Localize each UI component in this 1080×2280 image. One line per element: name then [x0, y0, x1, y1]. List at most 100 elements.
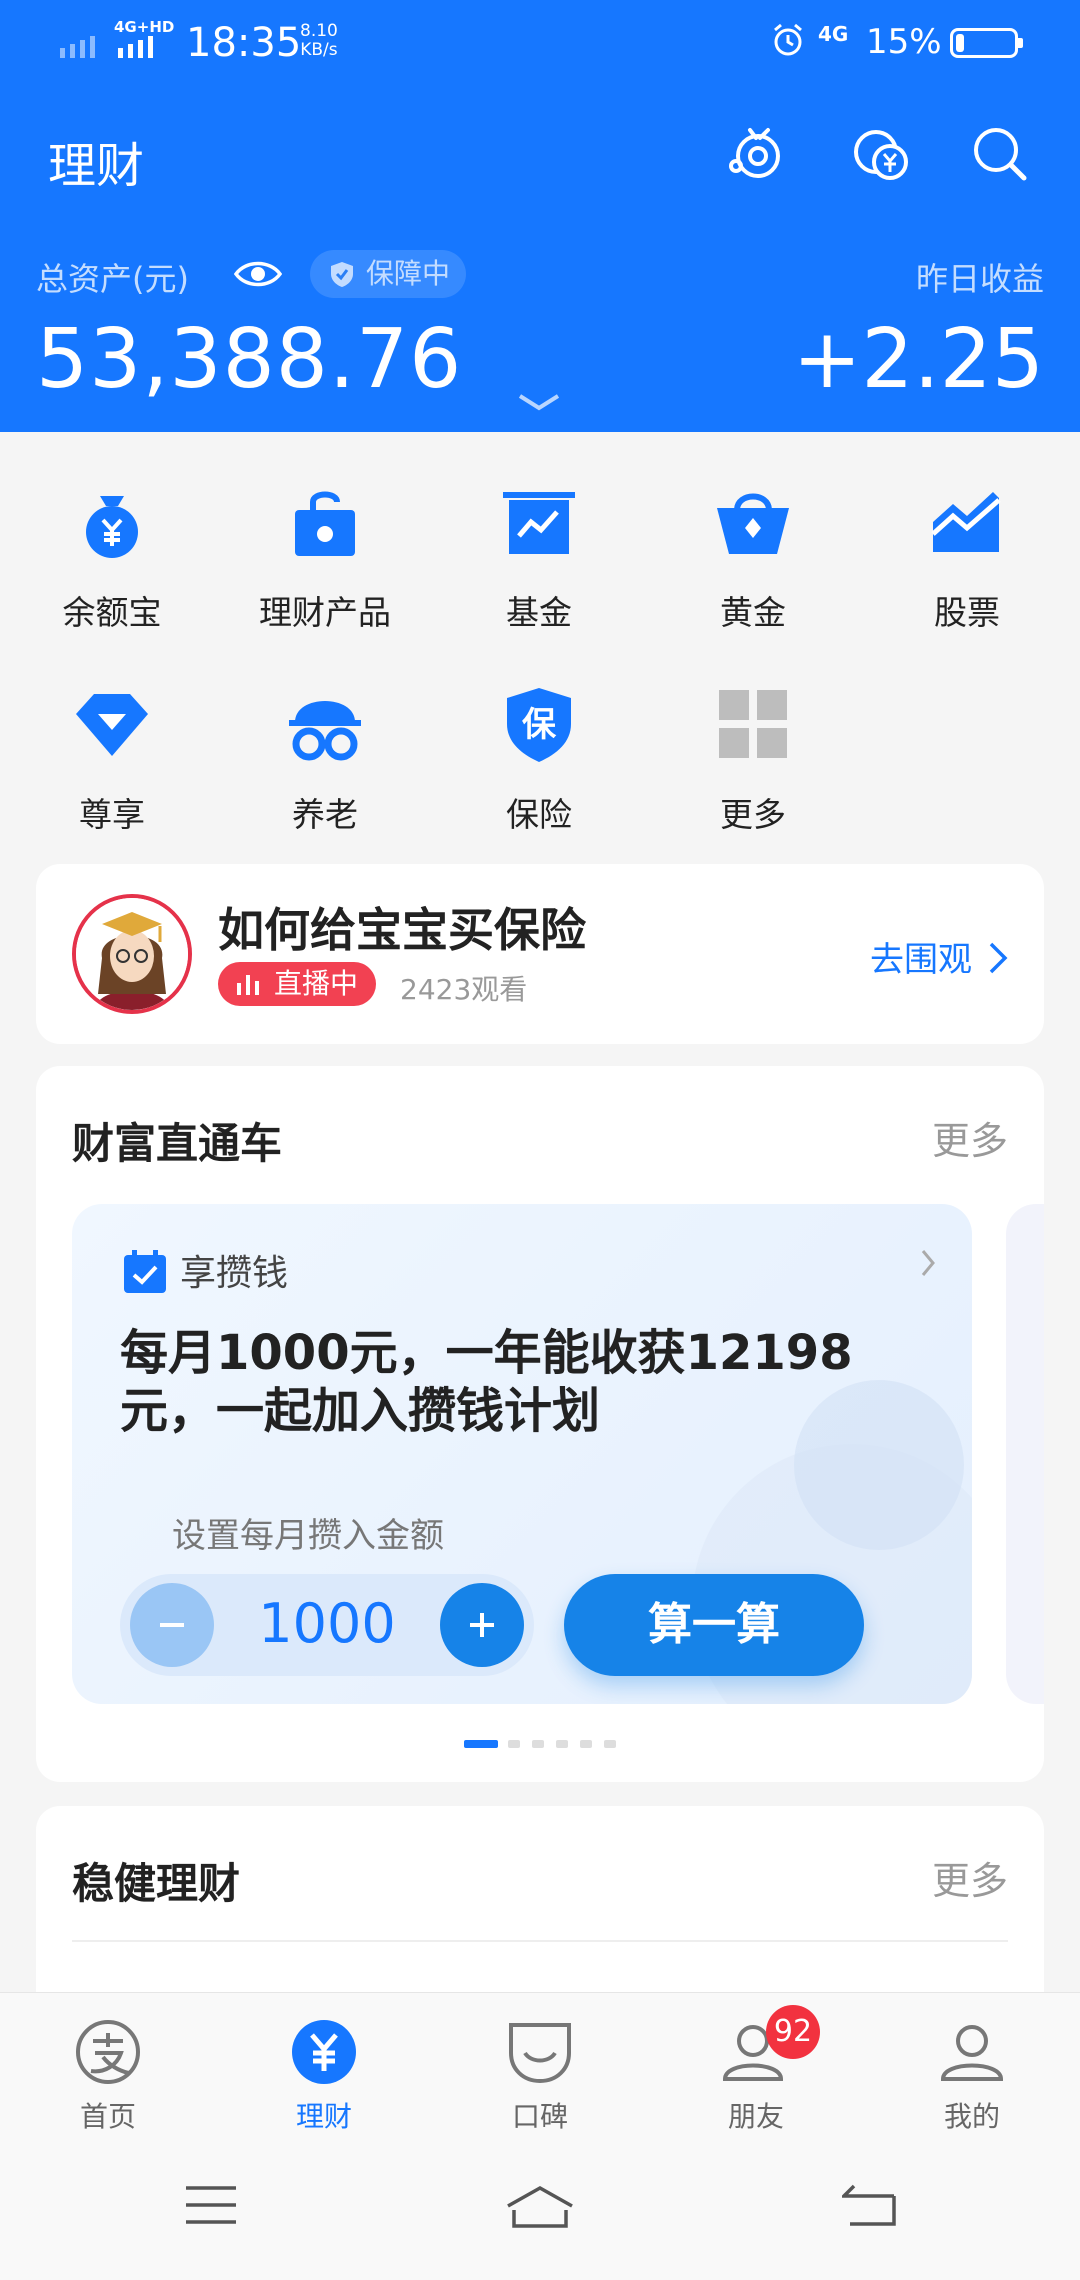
total-assets-value[interactable]: 53,388.76	[36, 312, 462, 407]
grid-label: 余额宝	[62, 593, 162, 632]
live-card[interactable]: 如何给宝宝买保险 直播中 2423观看 去围观	[36, 864, 1044, 1044]
amount-stepper: 1000	[120, 1574, 534, 1676]
guard-badge[interactable]: 保障中	[310, 250, 467, 298]
viewer-count: 2423观看	[400, 973, 528, 1006]
grid-item-fund[interactable]: 基金	[432, 482, 646, 634]
grid-label: 理财产品	[259, 593, 391, 632]
grid-label: 基金	[506, 593, 572, 632]
tab-wealth[interactable]: 理财	[254, 2017, 394, 2135]
next-card-peek[interactable]	[1006, 1204, 1044, 1704]
yesterday-yield-value[interactable]: +2.25	[793, 312, 1044, 407]
tab-label: 我的	[943, 2100, 1000, 2133]
tab-me[interactable]: 我的	[902, 2017, 1042, 2135]
amount-label: 设置每月攒入金额	[172, 1516, 444, 1556]
header-area: 4G+HD 18:35 8.10 KB/s 4G 15% 理财 总资产(元) 保…	[0, 0, 1080, 432]
tab-koubei[interactable]: 口碑	[470, 2017, 610, 2135]
page-dot[interactable]	[508, 1740, 520, 1748]
grid-label: 更多	[720, 795, 786, 834]
grid-label: 养老	[292, 795, 358, 834]
speed-unit: KB/s	[300, 40, 338, 60]
grid-label: 保险	[506, 795, 572, 834]
coin-service-icon[interactable]	[846, 118, 918, 190]
grid-item-premium[interactable]: 尊享	[5, 684, 219, 836]
plan-name: 享攒钱	[180, 1253, 289, 1294]
section-title: 稳健理财	[72, 1859, 241, 1908]
menu-icon[interactable]	[184, 2184, 238, 2226]
money-bag-icon	[86, 496, 138, 558]
total-assets-label: 总资产(元)	[36, 260, 189, 298]
live-bars-icon	[237, 975, 259, 995]
more-grid-icon	[719, 690, 787, 758]
grid-item-insurance[interactable]: 保 保险	[432, 684, 646, 836]
svg-text:保: 保	[522, 705, 557, 745]
fund-chart-icon	[503, 492, 575, 554]
grid-item-gold[interactable]: 黄金	[646, 482, 860, 634]
status-bar: 4G+HD 18:35 8.10 KB/s 4G 15%	[0, 0, 1080, 88]
section-more-link[interactable]: 更多	[932, 1850, 1008, 1905]
system-nav-bar	[0, 2140, 1080, 2280]
section-more-link[interactable]: 更多	[932, 1110, 1008, 1165]
tab-label: 朋友	[727, 2100, 784, 2133]
clock: 18:35	[186, 20, 302, 66]
page-title: 理财	[48, 138, 145, 194]
watch-label: 去围观	[870, 940, 972, 980]
increase-button[interactable]	[440, 1583, 524, 1667]
unread-badge: 92	[766, 2005, 820, 2059]
page-dot[interactable]	[556, 1740, 568, 1748]
wealth-express-card: 财富直通车 更多 享攒钱 每月1000元，一年能收获12198元，一起加入攒钱计…	[36, 1066, 1044, 1782]
host-avatar	[72, 894, 192, 1014]
alipay-home-icon	[76, 2020, 140, 2084]
page-dot[interactable]	[604, 1740, 616, 1748]
speed-value: 8.10	[300, 21, 338, 41]
divider	[72, 1940, 1008, 1942]
network-label-2: 4G	[818, 22, 849, 46]
page-dot[interactable]	[532, 1740, 544, 1748]
battery-icon	[950, 28, 1023, 58]
tab-friends[interactable]: 92 朋友	[686, 2005, 826, 2135]
live-badge-label: 直播中	[274, 967, 359, 1000]
page-dot[interactable]	[580, 1740, 592, 1748]
host-avatar-illustration	[76, 898, 188, 1010]
tab-home[interactable]: 首页	[38, 2017, 178, 2135]
plus-icon	[470, 1613, 494, 1637]
live-badge: 直播中	[218, 962, 377, 1006]
eye-icon[interactable]	[234, 256, 282, 292]
calculate-button[interactable]: 算一算	[564, 1574, 864, 1676]
planet-icon[interactable]	[722, 118, 794, 190]
network-label: 4G+HD	[114, 18, 175, 36]
plan-header: 享攒钱	[122, 1244, 288, 1296]
grid-item-more[interactable]: 更多	[646, 684, 860, 836]
tab-label: 理财	[295, 2100, 352, 2133]
battery-percent: 15%	[866, 22, 942, 62]
grid-label: 尊享	[79, 795, 145, 834]
grid-label: 黄金	[720, 593, 786, 632]
battery-fill	[956, 34, 965, 52]
bottom-tab-bar: 首页 理财 口碑 92 朋友 我的	[0, 1992, 1080, 2140]
grid-item-wealth-products[interactable]: 理财产品	[218, 482, 432, 634]
chevron-right-icon[interactable]	[920, 1248, 936, 1278]
grid-item-pension[interactable]: 养老	[218, 684, 432, 836]
chevron-down-icon[interactable]	[516, 392, 562, 412]
yuan-icon	[292, 2020, 356, 2084]
gold-basket-icon	[717, 493, 789, 554]
tab-label: 口碑	[511, 2100, 568, 2133]
savings-plan-card[interactable]: 享攒钱 每月1000元，一年能收获12198元，一起加入攒钱计划 设置每月攒入金…	[72, 1204, 972, 1704]
watch-link[interactable]: 去围观	[870, 932, 1008, 981]
chevron-right-icon	[989, 942, 1008, 974]
alarm-icon	[774, 23, 802, 56]
lock-bag-icon	[295, 491, 355, 556]
page-dot[interactable]	[464, 1740, 498, 1748]
guard-label: 保障中	[366, 257, 451, 290]
search-icon[interactable]	[964, 118, 1036, 190]
grid-item-stock[interactable]: 股票	[860, 482, 1074, 634]
grid-item-yuebao[interactable]: 余额宝	[5, 482, 219, 634]
home-icon[interactable]	[504, 2184, 576, 2230]
koubei-icon	[509, 2023, 571, 2084]
grid-label: 股票	[934, 593, 1000, 632]
shield-icon	[331, 262, 353, 287]
section-title: 财富直通车	[72, 1119, 283, 1168]
stock-chart-icon	[931, 492, 1001, 552]
plan-description: 每月1000元，一年能收获12198元，一起加入攒钱计划	[120, 1325, 853, 1439]
live-title: 如何给宝宝买保险	[218, 903, 586, 957]
back-icon[interactable]	[842, 2184, 896, 2226]
